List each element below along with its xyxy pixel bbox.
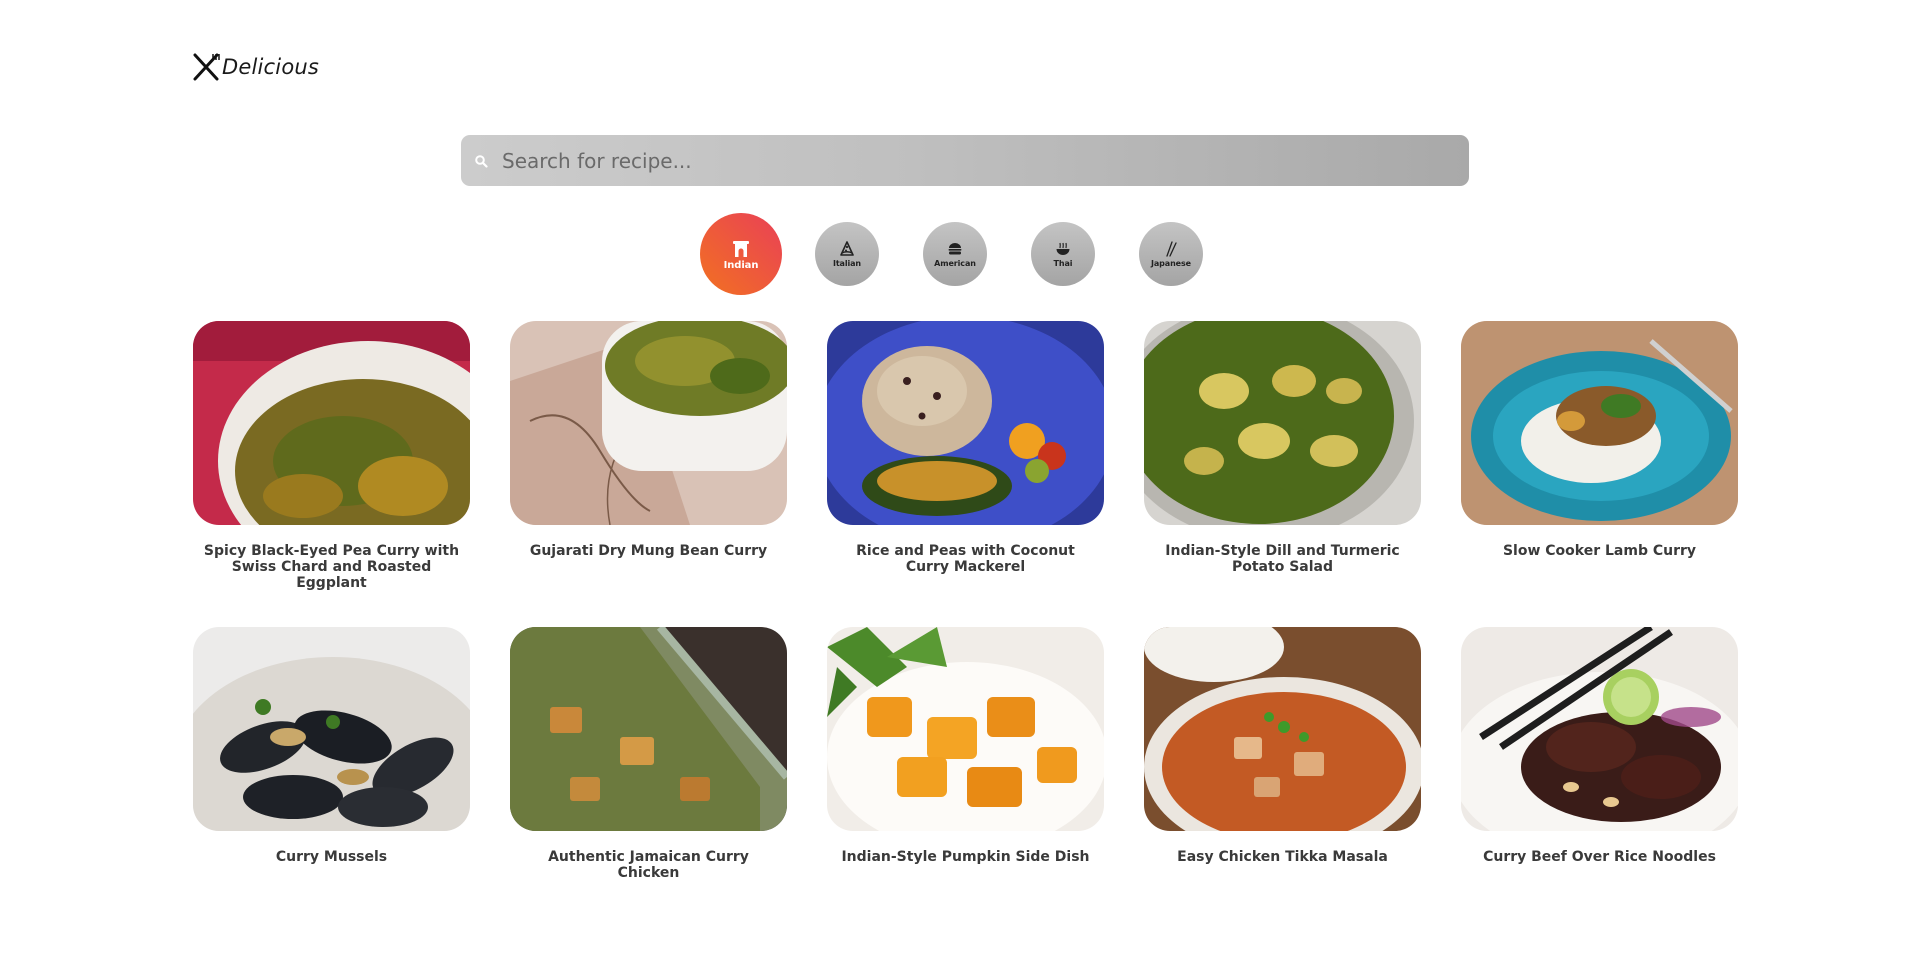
logo[interactable]: Delicious <box>192 52 319 82</box>
recipe-image[interactable] <box>1461 627 1738 831</box>
recipe-title[interactable]: Curry Beef Over Rice Noodles <box>1461 849 1738 865</box>
search-icon <box>475 154 488 168</box>
burger-icon <box>948 242 962 254</box>
pizza-icon <box>840 240 854 256</box>
recipe-card[interactable]: Indian-Style Dill and Turmeric Potato Sa… <box>1144 321 1421 575</box>
india-gate-icon <box>733 240 749 257</box>
category-thai[interactable]: Thai <box>1031 222 1095 286</box>
category-bar: Indian Italian American Thai Japanese <box>0 213 1920 295</box>
recipe-card[interactable]: Authentic Jamaican Curry Chicken <box>510 627 787 881</box>
recipe-title[interactable]: Indian-Style Pumpkin Side Dish <box>827 849 1104 865</box>
recipe-title[interactable]: Gujarati Dry Mung Bean Curry <box>510 543 787 559</box>
recipe-image[interactable] <box>193 627 470 831</box>
category-label: American <box>934 258 976 268</box>
recipe-card[interactable]: Curry Beef Over Rice Noodles <box>1461 627 1738 865</box>
recipe-title[interactable]: Slow Cooker Lamb Curry <box>1461 543 1738 559</box>
chopsticks-icon <box>1166 240 1177 257</box>
recipe-image[interactable] <box>193 321 470 525</box>
category-american[interactable]: American <box>923 222 987 286</box>
category-label: Thai <box>1053 258 1073 268</box>
recipe-card[interactable]: Easy Chicken Tikka Masala <box>1144 627 1421 865</box>
recipe-image[interactable] <box>510 321 787 525</box>
recipe-title[interactable]: Spicy Black-Eyed Pea Curry with Swiss Ch… <box>193 543 470 591</box>
fork-knife-crossed-icon <box>193 53 220 81</box>
recipe-title[interactable]: Easy Chicken Tikka Masala <box>1144 849 1421 865</box>
search-bar[interactable] <box>461 135 1469 186</box>
recipe-image[interactable] <box>827 627 1104 831</box>
recipe-image[interactable] <box>1144 627 1421 831</box>
category-italian[interactable]: Italian <box>815 222 879 286</box>
category-label: Japanese <box>1150 258 1191 268</box>
recipe-title[interactable]: Rice and Peas with Coconut Curry Mackere… <box>827 543 1104 575</box>
recipe-title[interactable]: Authentic Jamaican Curry Chicken <box>510 849 787 881</box>
recipe-image[interactable] <box>1144 321 1421 525</box>
recipe-card[interactable]: Spicy Black-Eyed Pea Curry with Swiss Ch… <box>193 321 470 591</box>
recipe-title[interactable]: Curry Mussels <box>193 849 470 865</box>
recipe-card[interactable]: Rice and Peas with Coconut Curry Mackere… <box>827 321 1104 575</box>
category-label: Indian <box>723 259 759 271</box>
search-input[interactable] <box>502 135 1469 186</box>
page: Delicious Indian Italian <box>0 0 1920 970</box>
category-japanese[interactable]: Japanese <box>1139 222 1203 286</box>
logo-text: Delicious <box>222 55 320 79</box>
recipe-image[interactable] <box>827 321 1104 525</box>
category-indian[interactable]: Indian <box>700 213 782 295</box>
recipe-card[interactable]: Curry Mussels <box>193 627 470 865</box>
recipe-title[interactable]: Indian-Style Dill and Turmeric Potato Sa… <box>1144 543 1421 575</box>
category-label: Italian <box>832 258 862 268</box>
recipe-card[interactable]: Slow Cooker Lamb Curry <box>1461 321 1738 559</box>
recipe-image[interactable] <box>510 627 787 831</box>
recipe-card[interactable]: Gujarati Dry Mung Bean Curry <box>510 321 787 559</box>
recipe-card[interactable]: Indian-Style Pumpkin Side Dish <box>827 627 1104 865</box>
recipe-image[interactable] <box>1461 321 1738 525</box>
noodle-bowl-icon <box>1056 242 1070 255</box>
